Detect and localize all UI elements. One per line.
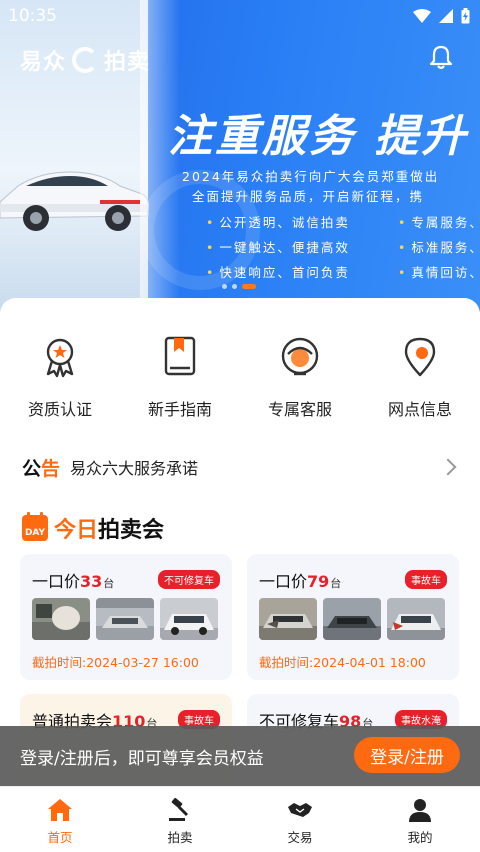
banner-bullet-list: 公开透明、诚信拍卖 专属服务、 一键触达、便捷高效 标准服务、 快速响应、首问负… xyxy=(206,212,480,281)
auction-unit: 台 xyxy=(330,577,342,590)
car-photo xyxy=(259,598,317,640)
car-photo xyxy=(96,598,154,640)
announcement-tag-b: 告 xyxy=(41,457,61,480)
customer-service-icon xyxy=(281,337,319,376)
home-icon xyxy=(48,799,72,821)
auction-card[interactable]: 一口价 79 台 事故车 截拍时间:2024-04-01 18:00 xyxy=(247,554,459,680)
battery-icon xyxy=(461,8,470,24)
quick-links: 资质认证 新手指南 专属客服 网点信息 xyxy=(0,334,480,420)
tab-home[interactable]: 首页 xyxy=(0,787,120,852)
auction-count: 33 xyxy=(80,572,103,591)
main-content: 资质认证 新手指南 专属客服 网点信息 公告 易众六大服务承诺 DAY 今日拍卖… xyxy=(0,298,480,820)
announcement-tag: 公告 xyxy=(22,454,60,481)
auction-photos xyxy=(32,598,218,640)
car-photo xyxy=(323,598,381,640)
auction-count: 79 xyxy=(307,572,330,591)
promo-banner[interactable]: 10:35 易众 拍卖 注重服务 提升 2024年易众拍卖行向广大会员郑重做出 … xyxy=(0,0,480,312)
handshake-icon xyxy=(288,803,312,817)
app-logo: 易众 拍卖 xyxy=(20,44,150,76)
announcement-row[interactable]: 公告 易众六大服务承诺 xyxy=(22,454,457,481)
wifi-icon xyxy=(413,9,431,23)
car-photo xyxy=(387,598,445,640)
today-auction-header: DAY 今日拍卖会 xyxy=(22,512,164,544)
tab-profile[interactable]: 我的 xyxy=(360,787,480,852)
today-prefix: 今日 xyxy=(54,518,99,543)
announcement-tag-a: 公 xyxy=(22,457,42,480)
logo-text-right: 拍卖 xyxy=(104,50,151,75)
banner-bullet: 公开透明、诚信拍卖 xyxy=(206,212,398,231)
today-suffix: 拍卖会 xyxy=(98,518,165,543)
quick-link-label: 专属客服 xyxy=(267,400,332,419)
auction-tag: 不可修复车 xyxy=(158,570,220,589)
auction-card[interactable]: 一口价 33 台 不可修复车 截拍时间:2024-03-27 16:00 xyxy=(20,554,232,680)
auction-unit: 台 xyxy=(103,577,115,590)
signal-icon xyxy=(439,9,453,23)
banner-bullet: 标准服务、 xyxy=(398,237,480,256)
auction-title: 一口价 xyxy=(32,572,81,591)
car-image xyxy=(0,171,149,231)
auction-end-time: 截拍时间:2024-04-01 18:00 xyxy=(259,655,426,670)
carousel-dot[interactable] xyxy=(222,284,227,289)
banner-bullet: 快速响应、首问负责 xyxy=(206,262,398,281)
certificate-icon xyxy=(46,338,74,378)
banner-headline: 注重服务 提升 xyxy=(168,111,469,162)
quick-link-locations[interactable]: 网点信息 xyxy=(360,334,480,420)
auction-tag: 事故车 xyxy=(405,570,447,589)
quick-link-label: 新手指南 xyxy=(147,400,212,419)
login-prompt-text: 登录/注册后，即可尊享会员权益 xyxy=(20,749,264,769)
quick-link-label: 资质认证 xyxy=(27,400,92,419)
logo-mark-icon xyxy=(72,47,99,73)
login-register-button[interactable]: 登录/注册 xyxy=(354,737,460,773)
status-bar: 10:35 xyxy=(0,0,480,34)
gavel-icon xyxy=(169,797,189,821)
announcement-text: 易众六大服务承诺 xyxy=(70,459,199,478)
auction-end-time: 截拍时间:2024-03-27 16:00 xyxy=(32,655,199,670)
bottom-tab-bar: 首页 拍卖 交易 我的 xyxy=(0,786,480,852)
tab-label: 我的 xyxy=(407,830,433,845)
tab-auction[interactable]: 拍卖 xyxy=(120,787,240,852)
banner-bullet: 一键触达、便捷高效 xyxy=(206,237,398,256)
quick-link-customer-service[interactable]: 专属客服 xyxy=(240,334,360,420)
guide-book-icon xyxy=(164,336,196,376)
login-prompt-bar: 登录/注册后，即可尊享会员权益 登录/注册 xyxy=(0,726,480,786)
carousel-dot-active[interactable] xyxy=(242,284,256,289)
banner-bullet: 专属服务、 xyxy=(398,212,480,231)
calendar-day-icon: DAY xyxy=(22,512,48,541)
auction-card-head: 一口价 79 台 xyxy=(259,568,341,592)
auction-card-head: 一口价 33 台 xyxy=(32,568,114,592)
today-auction-title: 今日拍卖会 xyxy=(54,512,164,544)
tab-trade[interactable]: 交易 xyxy=(240,787,360,852)
status-icons xyxy=(413,8,470,24)
bell-icon[interactable] xyxy=(428,44,454,70)
tab-label: 交易 xyxy=(287,830,313,845)
quick-link-guide[interactable]: 新手指南 xyxy=(120,334,240,420)
carousel-dot[interactable] xyxy=(232,284,237,289)
auction-title: 一口价 xyxy=(259,572,308,591)
auction-photos xyxy=(259,598,445,640)
car-photo xyxy=(160,598,218,640)
tab-label: 首页 xyxy=(47,830,73,845)
logo-text-left: 易众 xyxy=(20,50,67,75)
banner-bullet: 真情回访、 xyxy=(398,262,480,281)
quick-link-certification[interactable]: 资质认证 xyxy=(0,334,120,420)
quick-link-label: 网点信息 xyxy=(387,400,452,419)
banner-subline-2: 全面提升服务品质，开启新征程，携 xyxy=(192,189,425,204)
user-icon xyxy=(409,799,431,822)
location-pin-icon xyxy=(404,337,436,377)
banner-subline-1: 2024年易众拍卖行向广大会员郑重做出 xyxy=(182,169,440,184)
car-photo xyxy=(32,598,90,640)
status-time: 10:35 xyxy=(8,6,57,26)
carousel-indicator[interactable] xyxy=(222,284,256,289)
tab-label: 拍卖 xyxy=(167,830,193,845)
chevron-right-icon xyxy=(439,458,457,476)
